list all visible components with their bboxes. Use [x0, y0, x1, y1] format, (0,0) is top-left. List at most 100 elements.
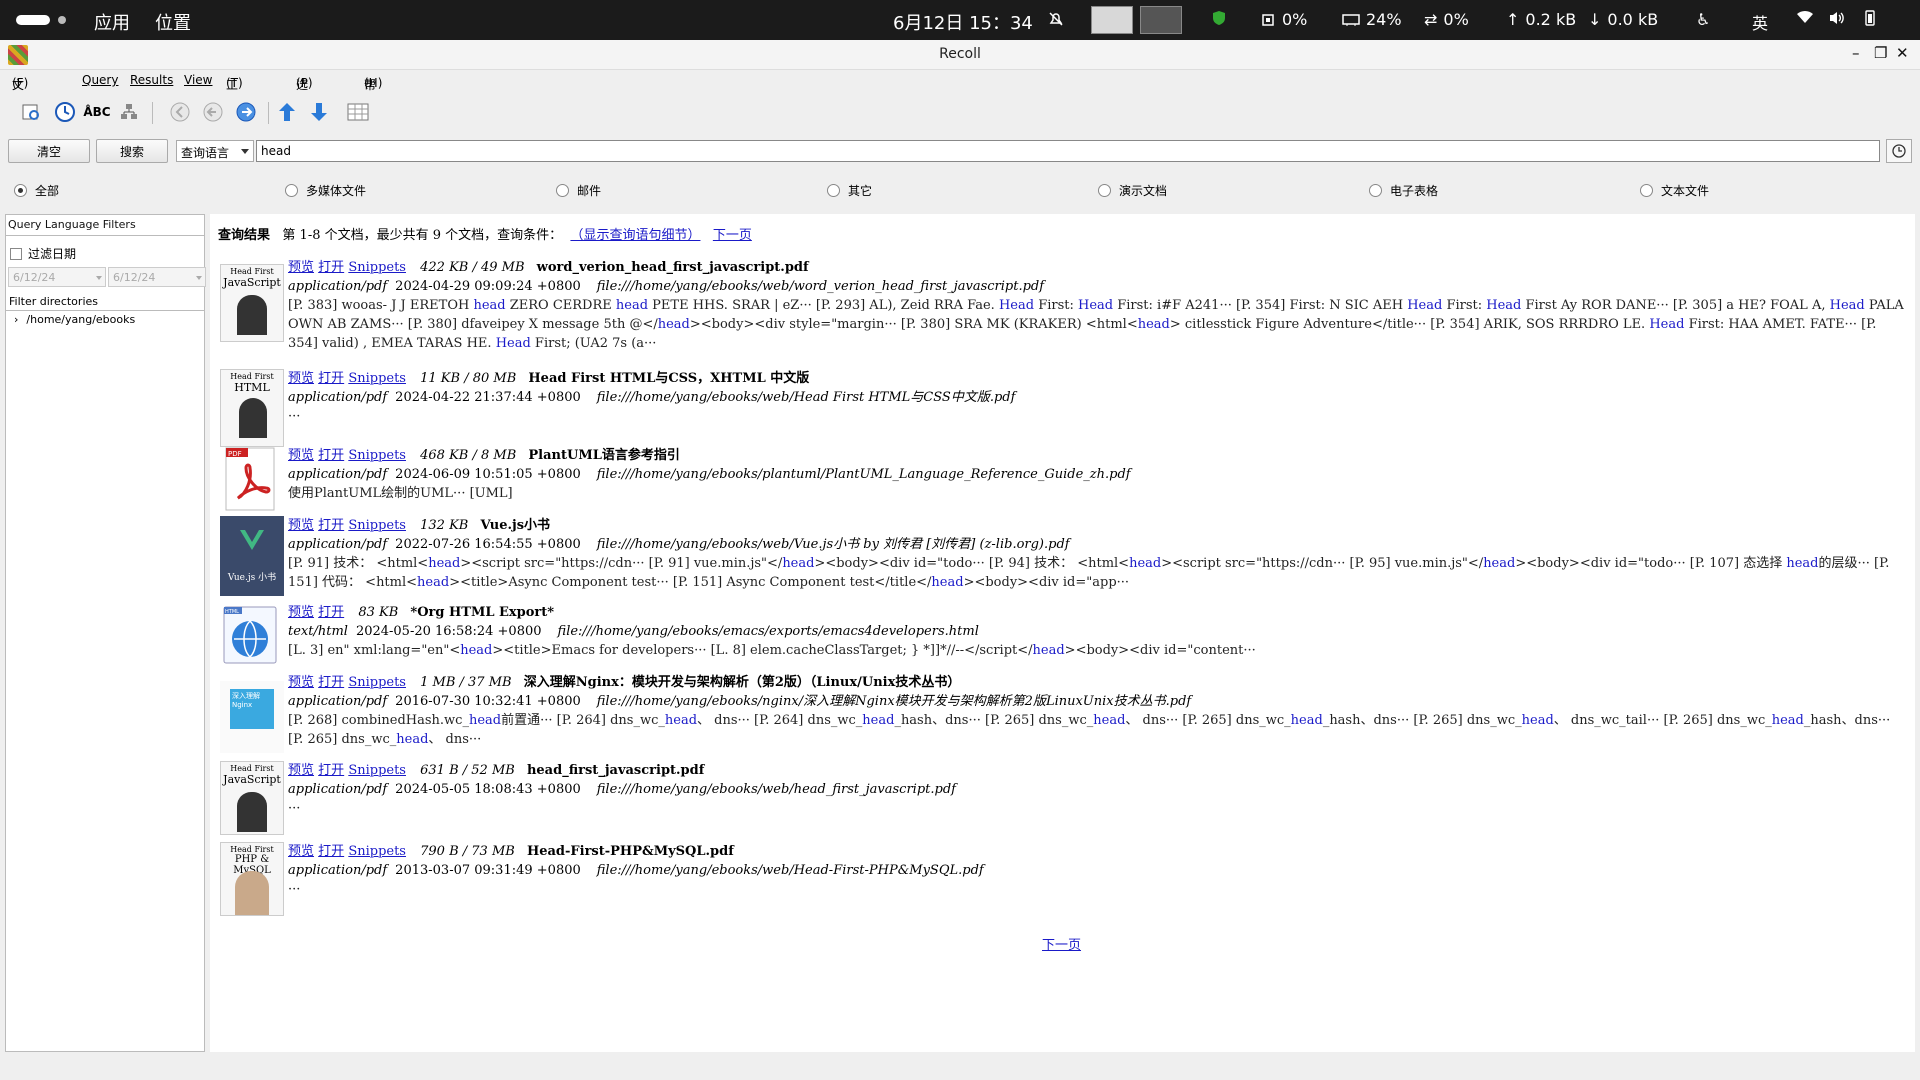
cpu-icon [1262, 13, 1274, 26]
filter-all-radio[interactable]: 全部 [14, 182, 59, 199]
sort-descending-icon[interactable] [306, 99, 332, 125]
open-link[interactable]: 打开 [318, 605, 344, 620]
memory-indicator[interactable]: 24% [1342, 10, 1402, 29]
places-menu[interactable]: 位置 [155, 9, 191, 35]
input-method[interactable]: 英 [1752, 10, 1768, 34]
result-date: 2024-05-20 16:58:24 +0800 [355, 624, 542, 639]
menu-view[interactable]: View [184, 73, 212, 87]
results-summary: 第 1-8 个文档，最少共有 9 个文档，查询条件： [282, 228, 563, 243]
workspace-thumb-1[interactable] [1091, 6, 1133, 34]
result-date: 2024-06-09 10:51:05 +0800 [395, 467, 581, 482]
result-size: 11 KB / 80 MB [420, 371, 517, 386]
filter-text-radio[interactable]: 文本文件 [1640, 182, 1709, 199]
snippets-link[interactable]: Snippets [348, 448, 406, 463]
preview-link[interactable]: 预览 [288, 260, 314, 275]
next-page-bottom-link[interactable]: 下一页 [1042, 934, 1081, 953]
workspace-thumb-2[interactable] [1140, 6, 1182, 34]
date-from-field[interactable]: 6/12/24 [8, 267, 106, 287]
date-to-field[interactable]: 6/12/24 [108, 267, 206, 287]
tree-expand-icon[interactable]: › [14, 313, 18, 326]
next-page-link[interactable]: 下一页 [713, 228, 752, 243]
result-date: 2024-04-22 21:37:44 +0800 [395, 390, 581, 405]
open-link[interactable]: 打开 [318, 518, 344, 533]
result-mime: application/pdf [288, 863, 388, 878]
open-link[interactable]: 打开 [318, 844, 344, 859]
download-indicator[interactable]: ↓ 0.0 kB [1588, 10, 1658, 29]
filter-spreadsheet-radio[interactable]: 电子表格 [1369, 182, 1438, 199]
book-cover-thumbnail[interactable]: Head First HTML [220, 369, 284, 447]
shield-icon[interactable] [1212, 10, 1226, 26]
filter-mail-radio[interactable]: 邮件 [556, 182, 601, 199]
snippets-link[interactable]: Snippets [348, 763, 406, 778]
filter-presentation-radio[interactable]: 演示文档 [1098, 182, 1167, 199]
first-page-icon[interactable] [167, 99, 193, 125]
snippets-link[interactable]: Snippets [348, 844, 406, 859]
date-filter-checkbox[interactable]: 过滤日期 [10, 245, 76, 262]
clear-button[interactable]: 清空 [8, 139, 90, 163]
battery-icon[interactable] [1860, 10, 1882, 26]
preview-link[interactable]: 预览 [288, 518, 314, 533]
next-page-icon[interactable] [233, 99, 259, 125]
result-title: 深入理解Nginx：模块开发与架构解析（第2版）（Linux/Unix技术丛书） [523, 675, 961, 690]
minimize-icon[interactable]: – [1852, 44, 1860, 62]
filter-media-radio[interactable]: 多媒体文件 [285, 182, 366, 199]
html-file-icon[interactable]: HTML [220, 603, 284, 667]
directory-tree-item[interactable]: › /home/yang/ebooks [14, 313, 135, 326]
search-button[interactable]: 搜索 [96, 139, 168, 163]
upload-indicator[interactable]: ↑ 0.2 kB [1506, 10, 1576, 29]
snippets-link[interactable]: Snippets [348, 675, 406, 690]
history-icon[interactable] [18, 99, 44, 125]
menu-results[interactable]: Results [130, 73, 173, 87]
table-view-icon[interactable] [345, 99, 371, 125]
restore-icon[interactable]: ❐ [1874, 44, 1887, 62]
spelling-icon[interactable]: ÅBC [83, 99, 110, 125]
book-cover-thumbnail[interactable]: Head First JavaScript [220, 761, 284, 835]
open-link[interactable]: 打开 [318, 448, 344, 463]
history-clock-button[interactable] [1886, 139, 1912, 163]
query-mode-select[interactable]: 查询语言 [176, 140, 254, 162]
show-query-link[interactable]: （显示查询语句细节） [570, 228, 700, 243]
clock[interactable]: 6月12日 15：34 [893, 9, 1033, 35]
open-link[interactable]: 打开 [318, 371, 344, 386]
window-titlebar[interactable]: Recoll – ❐ ✕ [0, 40, 1920, 70]
close-icon[interactable]: ✕ [1896, 44, 1909, 62]
open-link[interactable]: 打开 [318, 260, 344, 275]
book-cover-thumbnail[interactable]: Head First PHP & MySQL [220, 842, 284, 916]
pdf-file-icon[interactable]: PDF [220, 446, 284, 512]
previous-page-icon[interactable] [200, 99, 226, 125]
wifi-icon[interactable] [1796, 10, 1814, 24]
swap-icon: ⇄ [1424, 10, 1438, 29]
result-path: file:///home/yang/ebooks/web/Head First … [596, 390, 1016, 405]
snippets-link[interactable]: Snippets [348, 260, 406, 275]
sort-ascending-icon[interactable] [274, 99, 300, 125]
open-link[interactable]: 打开 [318, 763, 344, 778]
menu-query[interactable]: Query [82, 73, 118, 87]
swap-indicator[interactable]: ⇄ 0% [1424, 10, 1469, 29]
open-link[interactable]: 打开 [318, 675, 344, 690]
preview-link[interactable]: 预览 [288, 844, 314, 859]
workspace-dot[interactable] [58, 16, 66, 24]
filter-other-radio[interactable]: 其它 [827, 182, 872, 199]
advanced-search-icon[interactable] [52, 99, 78, 125]
search-input[interactable]: head [256, 140, 1880, 162]
snippets-link[interactable]: Snippets [348, 518, 406, 533]
index-config-icon[interactable] [116, 99, 142, 125]
result-size: 631 B / 52 MB [420, 763, 515, 778]
notifications-muted-icon[interactable] [1047, 10, 1065, 28]
book-cover-thumbnail[interactable]: 深入理解Nginx [220, 681, 284, 753]
preview-link[interactable]: 预览 [288, 605, 314, 620]
apps-menu[interactable]: 应用 [94, 9, 130, 35]
activities-indicator[interactable] [16, 15, 50, 25]
preview-link[interactable]: 预览 [288, 763, 314, 778]
snippets-link[interactable]: Snippets [348, 371, 406, 386]
preview-link[interactable]: 预览 [288, 675, 314, 690]
accessibility-icon[interactable]: ♿ [1696, 10, 1710, 29]
volume-icon[interactable] [1828, 10, 1846, 26]
book-cover-thumbnail[interactable]: Vue.js 小书 [220, 516, 284, 596]
result-path: file:///home/yang/ebooks/emacs/exports/e… [557, 624, 979, 639]
result-title: head_first_javascript.pdf [526, 763, 705, 778]
book-cover-thumbnail[interactable]: Head First JavaScript [220, 264, 284, 342]
cpu-indicator[interactable]: 0% [1260, 10, 1307, 29]
preview-link[interactable]: 预览 [288, 448, 314, 463]
preview-link[interactable]: 预览 [288, 371, 314, 386]
